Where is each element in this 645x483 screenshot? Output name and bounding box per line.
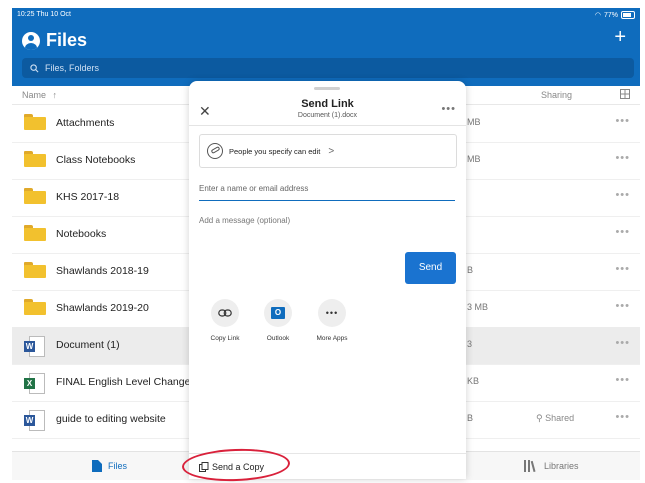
item-size: 3 [467,339,473,349]
more-icon[interactable]: ••• [615,226,630,238]
outlook-icon: O [264,299,292,327]
sheet-subtitle: Document (1).docx [297,112,358,119]
excel-doc-icon: X [24,373,45,394]
recipient-input[interactable]: Enter a name or email address [199,184,455,201]
battery-percent: 77% [603,11,618,19]
tab-files[interactable]: Files [92,460,127,472]
search-icon [30,63,39,72]
permission-label: People you specify can edit [229,146,321,156]
more-icon[interactable]: ••• [615,115,630,127]
name-column-label: Name [22,90,47,100]
item-size: B [467,413,474,423]
folder-icon [24,299,46,315]
shared-icon: ⚲ [536,413,543,423]
item-size: 3 MB [467,302,489,312]
send-link-sheet: ✕ Send Link Document (1).docx ••• People… [189,81,466,479]
add-button[interactable]: + [614,26,626,49]
wifi-icon: ◠ [594,12,601,19]
folder-icon [24,151,46,167]
item-name: FINAL English Level Changes [56,376,196,388]
send-button[interactable]: Send [405,252,456,284]
more-icon[interactable]: ••• [615,263,630,275]
battery-icon [621,11,635,19]
message-input[interactable]: Add a message (optional) [199,216,290,225]
outlook-logo: O [271,307,285,319]
status-bar: 10:25 Thu 10 Oct ◠ 77% [17,11,635,21]
item-name: Shawlands 2019-20 [56,302,149,314]
tab-files-label: Files [108,461,128,471]
outlook-button[interactable]: O Outlook [248,299,308,342]
item-name: guide to editing website [56,413,166,425]
item-name: Attachments [56,117,115,129]
folder-icon [24,114,46,130]
copy-link-label: Copy Link [210,335,240,342]
name-column-header[interactable]: Name ↑ [22,90,57,100]
folder-icon [24,225,46,241]
copy-link-button[interactable]: Copy Link [195,299,255,342]
item-name: KHS 2017-18 [56,191,120,203]
status-time: 10:25 Thu 10 Oct [17,11,71,18]
sort-arrow-icon: ↑ [52,90,58,100]
grid-view-icon[interactable] [620,89,630,101]
more-icon[interactable]: ••• [615,189,630,201]
app-header: 10:25 Thu 10 Oct ◠ 77% Files + Files, Fo… [12,8,640,86]
word-doc-icon: W [24,410,45,431]
item-name: Notebooks [56,228,107,240]
more-icon[interactable]: ••• [615,300,630,312]
more-apps-label: More Apps [316,335,348,342]
item-size: MB [467,117,481,127]
account-avatar-icon[interactable] [22,31,40,50]
more-icon[interactable]: ••• [615,374,630,386]
sheet-grabber[interactable] [314,87,340,90]
link-permission-button[interactable]: People you specify can edit > [199,134,457,168]
shared-label: Shared [545,413,575,423]
files-icon [92,460,102,472]
chevron-right-icon: > [328,145,335,157]
recipient-placeholder: Enter a name or email address [199,184,309,193]
item-size: KB [467,376,480,386]
copy-link-icon [211,299,239,327]
sharing-column-header[interactable]: Sharing [541,90,572,100]
word-doc-icon: W [24,336,45,357]
sheet-more-icon[interactable]: ••• [441,103,456,115]
title-row: Files [22,30,87,51]
item-size: B [467,265,474,275]
more-apps-icon: ••• [318,299,346,327]
message-placeholder: Add a message (optional) [199,216,291,225]
item-name: Document (1) [56,339,120,351]
folder-icon [24,262,46,278]
sheet-title: Send Link [301,98,354,110]
page-title: Files [46,30,88,50]
shared-status: ⚲ Shared [536,413,574,424]
more-apps-glyph: ••• [325,308,339,318]
search-placeholder: Files, Folders [45,63,100,73]
more-icon[interactable]: ••• [615,337,630,349]
search-input[interactable]: Files, Folders [22,58,634,78]
tab-libraries[interactable]: Libraries [524,460,579,472]
more-icon[interactable]: ••• [615,152,630,164]
item-name: Class Notebooks [56,154,136,166]
divider [189,125,466,126]
tab-libraries-label: Libraries [544,461,579,471]
status-right: ◠ 77% [595,11,635,19]
link-settings-icon [207,143,223,159]
item-size: MB [467,154,481,164]
more-apps-button[interactable]: ••• More Apps [302,299,362,342]
more-icon[interactable]: ••• [615,411,630,423]
outlook-label: Outlook [266,335,290,342]
item-name: Shawlands 2018-19 [56,265,149,277]
libraries-icon [524,460,536,472]
folder-icon [24,188,46,204]
